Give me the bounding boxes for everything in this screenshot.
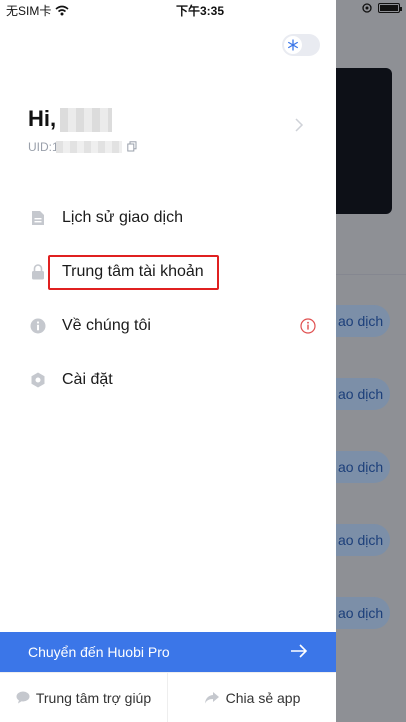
document-icon — [30, 210, 46, 226]
status-time: 下午3:35 — [176, 4, 225, 18]
help-center-button[interactable]: Trung tâm trợ giúp — [0, 673, 168, 722]
wifi-icon — [55, 5, 69, 16]
battery-icon — [378, 3, 402, 13]
background-trade-pill: ao dịch — [336, 451, 390, 483]
chevron-right-icon[interactable] — [294, 118, 304, 132]
status-bar: 无SIM卡 下午3:35 — [0, 0, 406, 18]
share-icon — [204, 692, 219, 704]
background-divider — [336, 274, 406, 275]
menu-item-label: Lịch sử giao dịch — [62, 209, 183, 226]
uid-label: UID:1 — [28, 140, 59, 154]
menu-item-transaction-history[interactable]: Lịch sử giao dịch — [30, 203, 320, 233]
background-trade-pill: ao dịch — [336, 597, 390, 629]
chat-bubble-icon — [16, 691, 30, 704]
theme-toggle[interactable] — [282, 34, 320, 56]
share-app-label: Chia sẻ app — [225, 689, 301, 706]
theme-knob — [284, 36, 302, 54]
menu-item-label: Về chúng tôi — [62, 317, 151, 334]
arrow-right-icon — [291, 644, 308, 658]
lock-icon — [30, 264, 46, 280]
cta-label: Chuyển đến Huobi Pro — [28, 644, 170, 660]
menu-item-settings[interactable]: Cài đặt — [30, 365, 320, 395]
carrier-info: 无SIM卡 — [6, 2, 69, 19]
go-to-huobi-pro-button[interactable]: Chuyển đến Huobi Pro — [0, 632, 336, 672]
carrier-label: 无SIM卡 — [6, 4, 52, 18]
help-center-label: Trung tâm trợ giúp — [35, 689, 152, 706]
background-banner — [336, 68, 392, 214]
status-right — [362, 3, 402, 13]
menu-item-label: Cài đặt — [62, 371, 113, 388]
background-trade-pill: ao dịch — [336, 378, 390, 410]
snowflake-icon — [288, 39, 298, 51]
share-app-button[interactable]: Chia sẻ app — [168, 673, 336, 722]
copy-icon[interactable] — [127, 141, 137, 152]
info-alert-icon — [300, 318, 316, 334]
background-trade-pill: ao dịch — [336, 524, 390, 556]
drawer-footer: Trung tâm trợ giúp Chia sẻ app — [0, 672, 336, 722]
gear-icon — [30, 372, 46, 388]
info-icon — [30, 318, 46, 334]
highlight-annotation — [48, 255, 219, 290]
background-trade-pill: ao dịch — [336, 305, 390, 337]
side-drawer: Hi, UID:1 Lịch sử giao dịch Trung tâm tà… — [0, 0, 336, 722]
blurred-uid — [56, 141, 122, 153]
orientation-lock-icon — [362, 3, 372, 13]
menu-item-about-us[interactable]: Về chúng tôi — [30, 311, 320, 341]
blurred-username — [60, 108, 112, 132]
greeting-text: Hi, — [28, 106, 57, 131]
